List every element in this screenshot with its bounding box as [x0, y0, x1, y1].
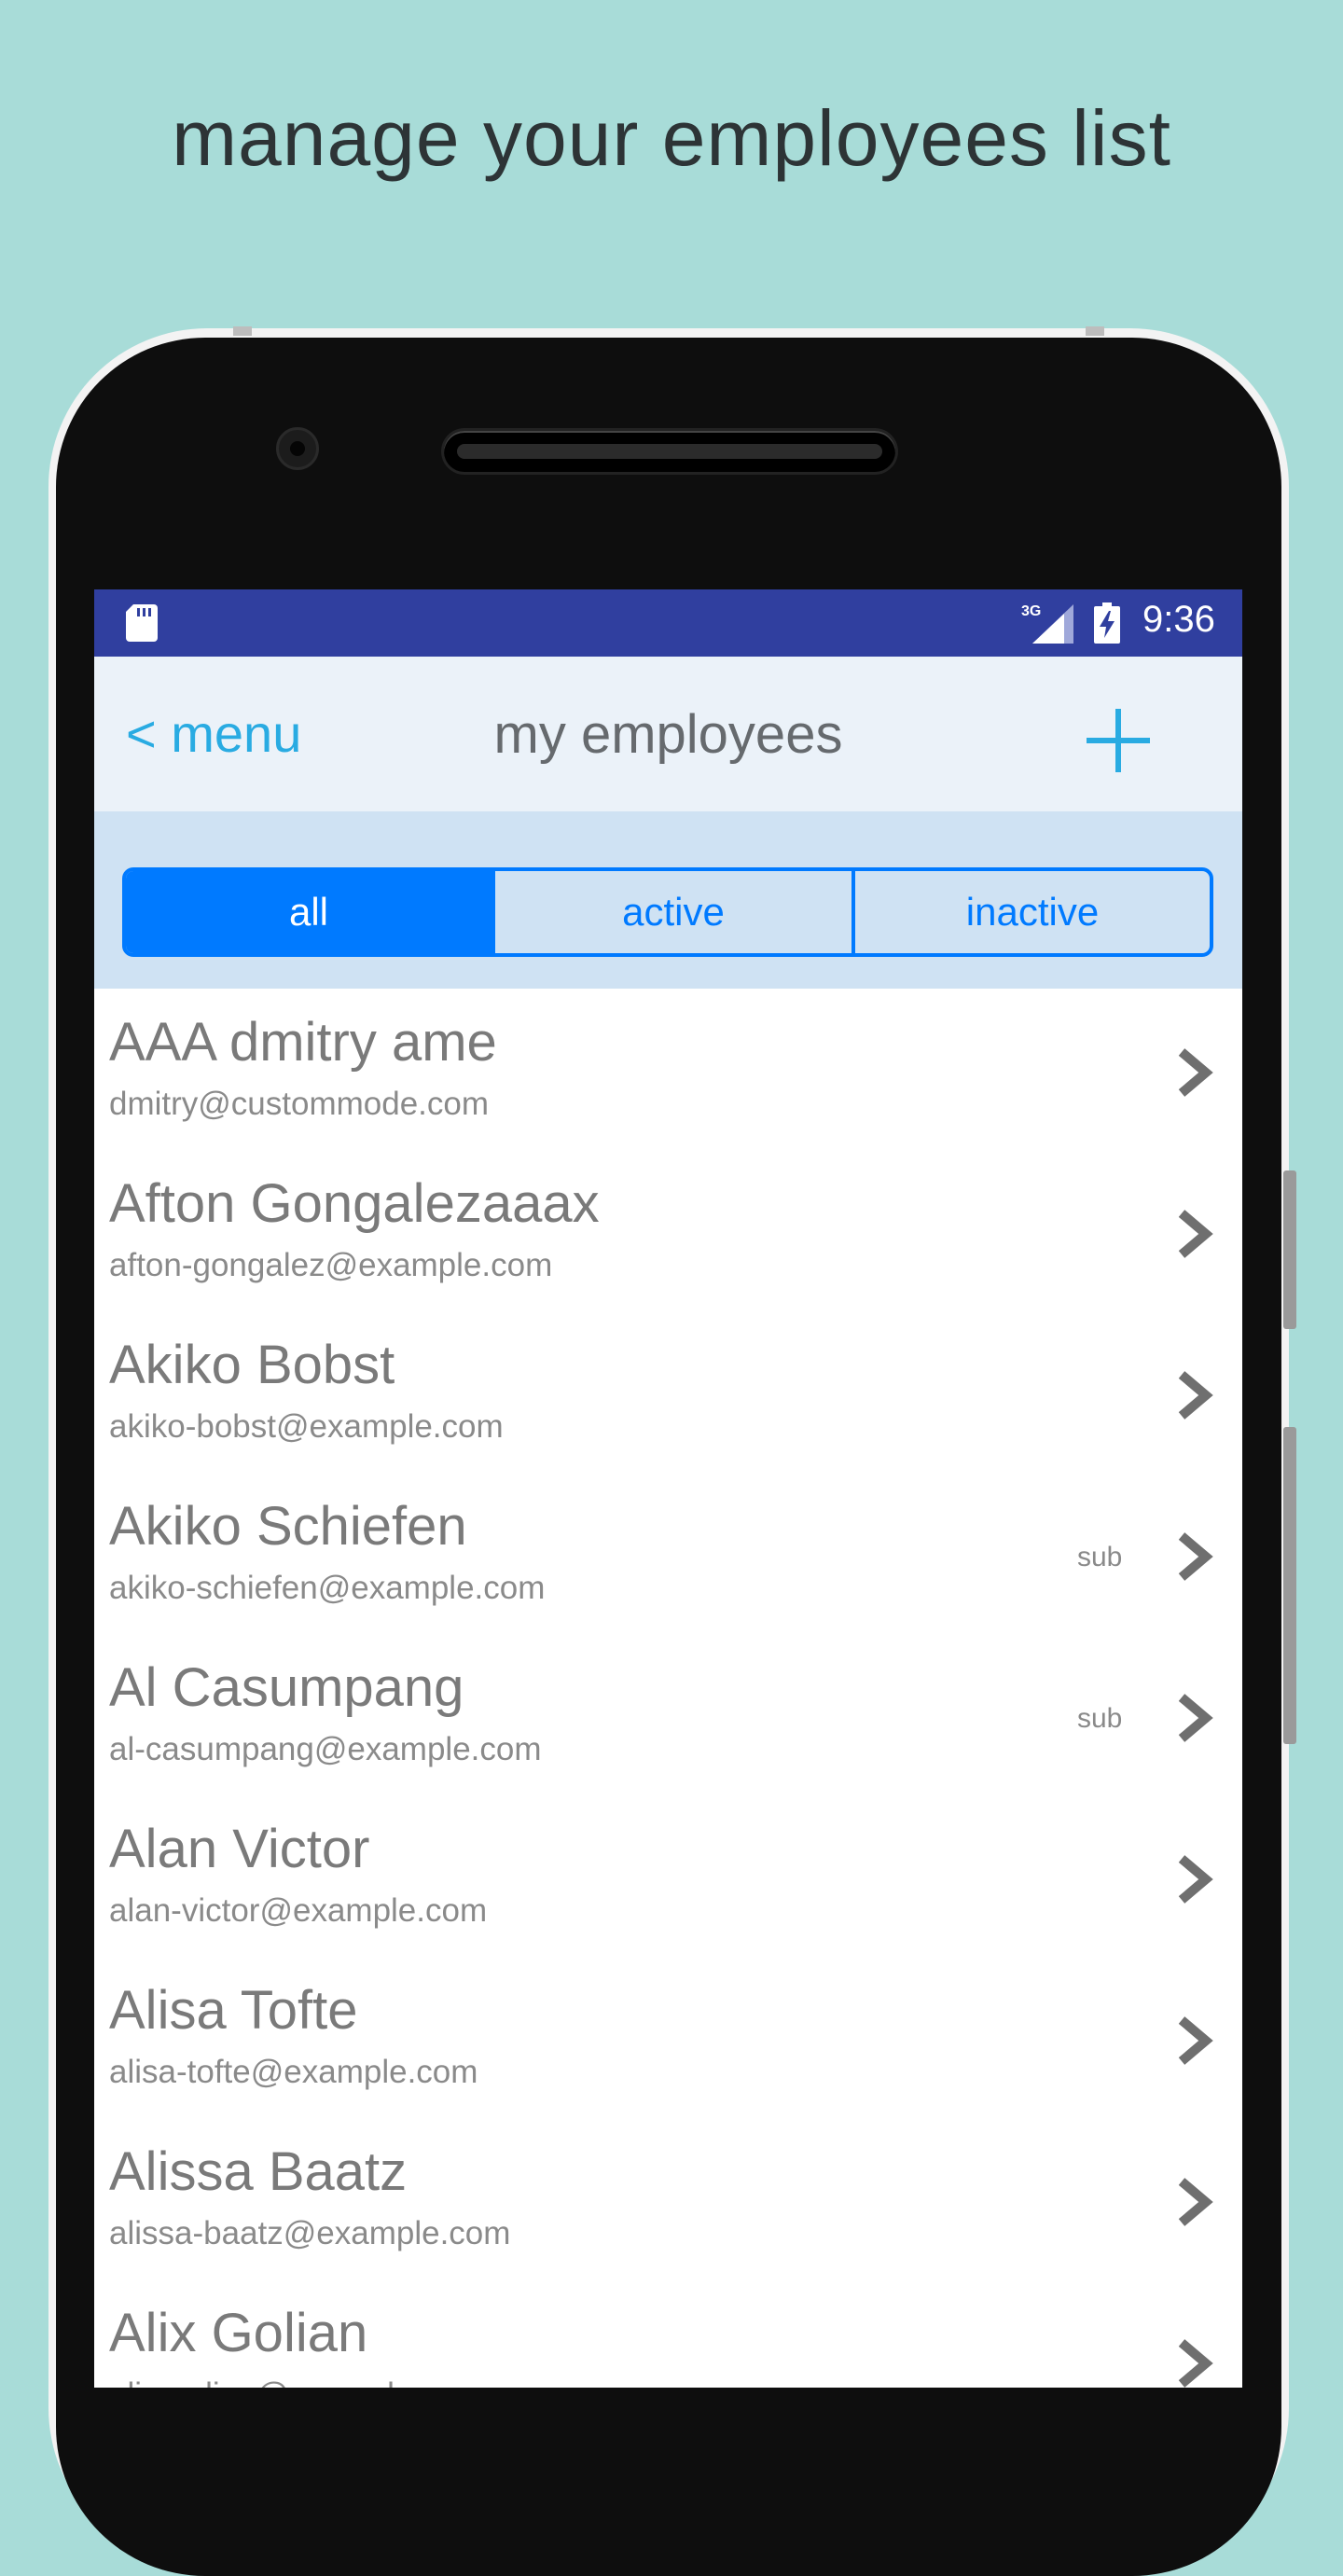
employee-email: dmitry@custommode.com	[109, 1086, 490, 1122]
chevron-right-icon	[1178, 2339, 1213, 2388]
nav-bar: < menu my employees	[94, 657, 1242, 811]
phone-top-notch-left	[233, 326, 252, 336]
employee-email: al-casumpang@example.com	[109, 1731, 542, 1767]
employee-name: AAA dmitry ame	[109, 1012, 497, 1073]
employee-email: alix-golian@example.com	[109, 2376, 483, 2388]
employee-name: Akiko Schiefen	[109, 1496, 467, 1557]
employee-row[interactable]: Akiko Schiefen akiko-schiefen@example.co…	[94, 1473, 1242, 1634]
filter-bar: all active inactive	[94, 811, 1242, 989]
chevron-right-icon	[1178, 2016, 1213, 2065]
add-employee-button[interactable]	[1083, 705, 1154, 776]
power-button	[1283, 1170, 1296, 1329]
phone-top-notch-right	[1086, 326, 1104, 336]
headline: manage your employees list	[172, 94, 1171, 182]
front-camera	[276, 427, 319, 470]
employee-name: Alissa Baatz	[109, 2141, 408, 2202]
filter-tab-inactive[interactable]: inactive	[851, 871, 1210, 953]
employee-row[interactable]: Alisa Tofte alisa-tofte@example.com	[94, 1957, 1242, 2118]
chevron-right-icon	[1178, 1048, 1213, 1097]
status-bar: 3G 9:36	[94, 589, 1242, 657]
employee-name: Alix Golian	[109, 2303, 368, 2363]
employee-row[interactable]: Al Casumpang al-casumpang@example.com su…	[94, 1634, 1242, 1795]
employee-name: Alan Victor	[109, 1819, 370, 1879]
employee-name: Afton Gongalezaaax	[109, 1173, 600, 1234]
battery-charging-icon	[1094, 602, 1120, 644]
status-segmented-control: all active inactive	[122, 867, 1213, 957]
employee-badge: sub	[1077, 1703, 1123, 1734]
volume-button	[1283, 1427, 1296, 1744]
chevron-right-icon	[1178, 1371, 1213, 1420]
employee-row[interactable]: Alissa Baatz alissa-baatz@example.com	[94, 2118, 1242, 2279]
employee-name: Al Casumpang	[109, 1657, 464, 1718]
employee-email: alisa-tofte@example.com	[109, 2054, 478, 2090]
employee-email: alan-victor@example.com	[109, 1892, 488, 1929]
employee-row[interactable]: Afton Gongalezaaax afton-gongalez@exampl…	[94, 1150, 1242, 1311]
employee-row[interactable]: AAA dmitry ame dmitry@custommode.com	[94, 989, 1242, 1150]
phone-screen: 3G 9:36 < menu my employees all active i…	[94, 589, 1242, 2388]
earpiece-speaker	[444, 431, 895, 472]
cellular-signal-icon: 3G	[1021, 603, 1073, 644]
employee-row[interactable]: Alan Victor alan-victor@example.com	[94, 1795, 1242, 1957]
page-title: my employees	[493, 704, 843, 765]
clock: 9:36	[1142, 599, 1215, 640]
filter-tab-all[interactable]: all	[126, 871, 492, 953]
chevron-right-icon	[1178, 1694, 1213, 1742]
filter-tab-active[interactable]: active	[492, 871, 851, 953]
employee-email: afton-gongalez@example.com	[109, 1247, 553, 1283]
employee-list: AAA dmitry ame dmitry@custommode.com Aft…	[94, 989, 1242, 2388]
chevron-right-icon	[1178, 2178, 1213, 2226]
employee-row[interactable]: Alix Golian alix-golian@example.com	[94, 2279, 1242, 2388]
employee-email: akiko-schiefen@example.com	[109, 1570, 546, 1606]
employee-email: alissa-baatz@example.com	[109, 2215, 511, 2251]
employee-badge: sub	[1077, 1542, 1123, 1572]
employee-row[interactable]: Akiko Bobst akiko-bobst@example.com	[94, 1311, 1242, 1473]
employee-email: akiko-bobst@example.com	[109, 1408, 504, 1445]
chevron-right-icon	[1178, 1855, 1213, 1904]
chevron-right-icon	[1178, 1532, 1213, 1581]
employee-name: Alisa Tofte	[109, 1980, 358, 2041]
employee-name: Akiko Bobst	[109, 1335, 395, 1395]
svg-text:3G: 3G	[1021, 603, 1041, 619]
chevron-right-icon	[1178, 1210, 1213, 1258]
sd-card-icon	[126, 604, 158, 642]
